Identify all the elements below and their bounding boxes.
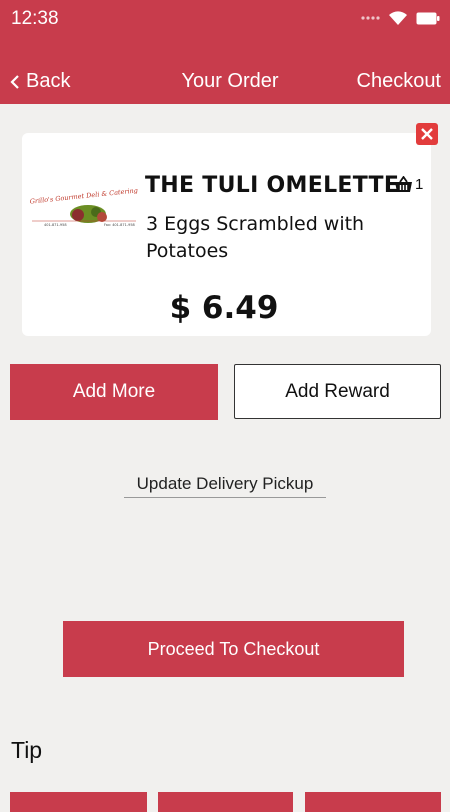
restaurant-logo: Grillo's Gourmet Deli & Catering 401-871…	[30, 188, 138, 227]
close-icon	[421, 128, 433, 140]
tip-option-1[interactable]	[10, 792, 147, 812]
svg-text:401-871-958: 401-871-958	[44, 223, 67, 227]
svg-text:Fax: 401-871-958: Fax: 401-871-958	[104, 223, 135, 227]
remove-item-button[interactable]	[416, 123, 438, 145]
add-more-button[interactable]: Add More	[10, 364, 218, 420]
tip-title: Tip	[11, 737, 43, 763]
update-delivery-pickup-link[interactable]: Update Delivery Pickup	[124, 474, 326, 498]
status-icons	[360, 10, 440, 26]
item-price: $ 6.49	[169, 290, 279, 326]
status-time: 12:38	[11, 8, 59, 29]
logo-lettering: Grillo's Gourmet Deli & Catering	[30, 188, 138, 206]
order-item-card: Grillo's Gourmet Deli & Catering 401-871…	[22, 133, 431, 336]
add-reward-button[interactable]: Add Reward	[234, 364, 441, 419]
item-description: 3 Eggs Scrambled with Potatoes	[146, 213, 365, 262]
item-name: THE TULI OMELETTE	[145, 173, 400, 198]
checkout-nav-button[interactable]: Checkout	[357, 70, 442, 93]
signal-icon	[361, 16, 380, 20]
app-header: 12:38 Back Your Order Checkout	[0, 0, 450, 104]
tip-option-2[interactable]	[158, 792, 293, 812]
wifi-icon	[389, 11, 407, 25]
basket-quantity[interactable]: 1	[394, 176, 423, 193]
basket-icon	[395, 176, 412, 192]
proceed-to-checkout-button[interactable]: Proceed To Checkout	[63, 621, 404, 677]
battery-icon	[416, 12, 440, 24]
tip-option-3[interactable]	[305, 792, 441, 812]
quantity-value: 1	[415, 176, 424, 193]
